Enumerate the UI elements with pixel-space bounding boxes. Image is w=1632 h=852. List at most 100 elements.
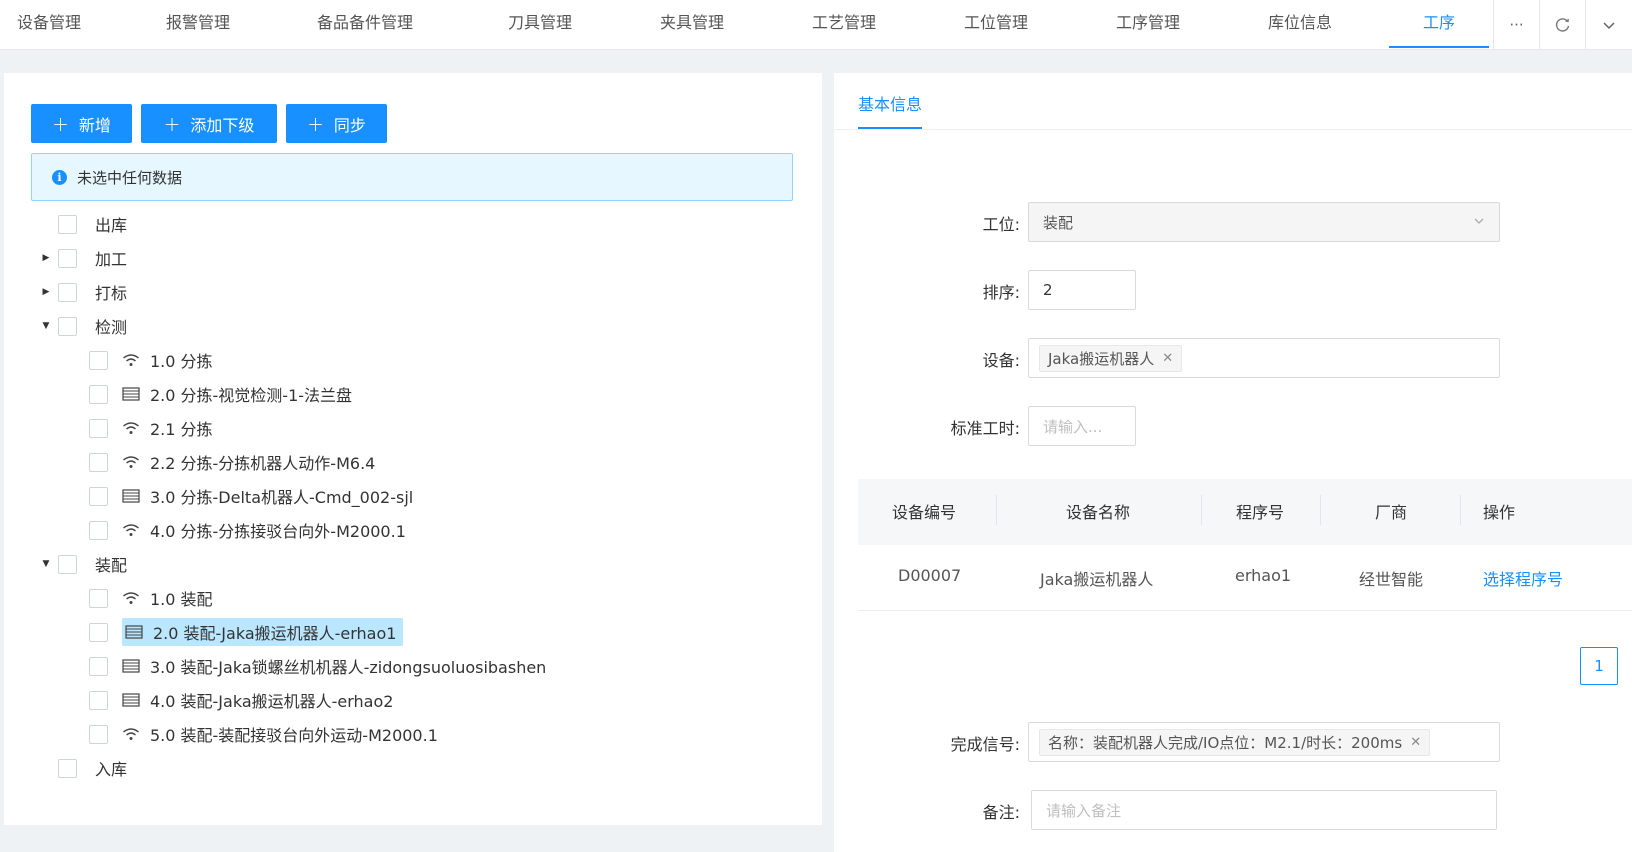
list-icon [125, 625, 145, 639]
order-label: 排序: [982, 283, 1020, 302]
tree-node[interactable]: 4.0 分拣-分拣接驳台向外-M2000.1 [89, 516, 410, 544]
tree-checkbox[interactable] [58, 214, 77, 234]
plus-icon: + [52, 111, 69, 136]
sync-button[interactable]: + 同步 [286, 104, 387, 143]
tree-checkbox[interactable] [58, 282, 77, 302]
tree-node[interactable]: 3.0 分拣-Delta机器人-Cmd_002-sjl [89, 482, 417, 510]
tree-node[interactable]: 5.0 装配-装配接驳台向外运动-M2000.1 [89, 720, 442, 748]
wifi-icon [122, 727, 142, 741]
wifi-icon [122, 591, 142, 605]
top-tab-bar: 设备管理 报警管理 备品备件管理 刀具管理 夹具管理 工艺管理 工位管理 工序管… [0, 0, 1632, 50]
tree-checkbox[interactable] [58, 554, 77, 574]
table-header-code: 设备编号 [892, 503, 957, 522]
tab-procedure[interactable]: 工序 [1389, 0, 1489, 48]
tree-node[interactable]: ▶ 入库 [41, 754, 131, 782]
device-label: 设备: [982, 351, 1020, 370]
station-select[interactable]: 装配 [1028, 202, 1500, 242]
refresh-icon [1555, 18, 1569, 32]
table-header-action: 操作 [1483, 503, 1516, 522]
device-tag: Jaka搬运机器人 ✕ [1039, 344, 1183, 372]
cell-vendor: 经世智能 [1359, 570, 1424, 589]
caret-right-icon[interactable]: ▶ [41, 253, 51, 263]
tree-node[interactable]: 4.0 装配-Jaka搬运机器人-erhao2 [89, 686, 397, 714]
tree-checkbox[interactable] [89, 384, 108, 404]
order-input[interactable]: 2 [1028, 270, 1136, 310]
tree-node-selected[interactable]: 2.0 装配-Jaka搬运机器人-erhao1 [89, 618, 404, 646]
tree-node[interactable]: ▶ 出库 [41, 210, 131, 238]
chevron-down-icon [1602, 22, 1615, 30]
tab-device-management[interactable]: 设备管理 [10, 0, 88, 48]
tree-checkbox[interactable] [58, 316, 77, 336]
tab-divider [834, 129, 1632, 130]
tree-node[interactable]: 2.2 分拣-分拣机器人动作-M6.4 [89, 448, 379, 476]
tree-node[interactable]: 1.0 分拣 [89, 346, 217, 374]
tab-procedure-management[interactable]: 工序管理 [1108, 0, 1188, 48]
header-divider [1201, 495, 1202, 525]
wifi-icon [122, 523, 142, 537]
selection-alert: i 未选中任何数据 [31, 153, 793, 201]
tree-checkbox[interactable] [89, 588, 108, 608]
device-select[interactable]: Jaka搬运机器人 ✕ [1028, 338, 1500, 378]
tab-alarm-management[interactable]: 报警管理 [158, 0, 238, 48]
tree-checkbox[interactable] [89, 350, 108, 370]
caret-right-icon[interactable]: ▶ [41, 287, 51, 297]
tree-node[interactable]: ▼ 装配 [41, 550, 131, 578]
select-program-link[interactable]: 选择程序号 [1483, 566, 1563, 590]
remark-input[interactable]: 请输入备注 [1031, 790, 1497, 830]
std-time-label: 标准工时: [950, 419, 1020, 438]
table-header-program: 程序号 [1236, 503, 1285, 522]
close-icon[interactable]: ✕ [1162, 351, 1173, 366]
tree-checkbox[interactable] [89, 622, 108, 642]
tree-node[interactable]: ▶ 加工 [41, 244, 131, 272]
tab-spare-parts-management[interactable]: 备品备件管理 [306, 0, 424, 48]
close-icon[interactable]: ✕ [1410, 735, 1421, 750]
tab-location-info[interactable]: 库位信息 [1260, 0, 1340, 48]
refresh-button[interactable] [1539, 0, 1585, 50]
tree-checkbox[interactable] [89, 724, 108, 744]
caret-down-icon[interactable]: ▼ [41, 321, 51, 331]
cell-program: erhao1 [1235, 566, 1292, 585]
alert-text: 未选中任何数据 [77, 168, 183, 187]
remark-label: 备注: [982, 803, 1020, 822]
tree-node[interactable]: 2.1 分拣 [89, 414, 217, 442]
info-icon: i [52, 169, 67, 185]
add-child-button[interactable]: + 添加下级 [141, 104, 277, 143]
wifi-icon [122, 421, 142, 435]
tree-node[interactable]: ▼ 检测 [41, 312, 131, 340]
more-tabs-button[interactable]: ··· [1493, 0, 1539, 50]
header-divider [1320, 495, 1321, 525]
tab-fixture-management[interactable]: 夹具管理 [652, 0, 732, 48]
tree-node[interactable]: 1.0 装配 [89, 584, 217, 612]
done-signal-label: 完成信号: [950, 735, 1020, 754]
wifi-icon [122, 353, 142, 367]
tree-checkbox[interactable] [89, 520, 108, 540]
tree-node[interactable]: 3.0 装配-Jaka锁螺丝机机器人-zidongsuoluosibashen [89, 652, 550, 680]
tree-checkbox[interactable] [58, 758, 77, 778]
std-time-input[interactable]: 请输入... [1028, 406, 1136, 446]
page-1-button[interactable]: 1 [1580, 647, 1618, 685]
selected-node-highlight[interactable]: 2.0 装配-Jaka搬运机器人-erhao1 [122, 618, 404, 646]
tree-checkbox[interactable] [89, 690, 108, 710]
header-divider [996, 495, 997, 525]
wifi-icon [122, 455, 142, 469]
tabs-dropdown-button[interactable] [1585, 0, 1631, 50]
tab-station-management[interactable]: 工位管理 [956, 0, 1036, 48]
cell-code: D00007 [898, 566, 962, 585]
add-button[interactable]: + 新增 [31, 104, 132, 143]
tree-checkbox[interactable] [89, 656, 108, 676]
tree-node[interactable]: ▶ 打标 [41, 278, 131, 306]
tab-basic-info[interactable]: 基本信息 [858, 90, 923, 130]
tab-process-management[interactable]: 工艺管理 [804, 0, 884, 48]
list-icon [122, 387, 142, 401]
tree-checkbox[interactable] [89, 452, 108, 472]
tree-checkbox[interactable] [89, 418, 108, 438]
header-divider [1460, 495, 1461, 525]
tree-node[interactable]: 2.0 分拣-视觉检测-1-法兰盘 [89, 380, 356, 408]
caret-down-icon[interactable]: ▼ [41, 559, 51, 569]
tree-checkbox[interactable] [58, 248, 77, 268]
table-header-name: 设备名称 [1066, 503, 1131, 522]
tab-tool-management[interactable]: 刀具管理 [500, 0, 580, 48]
done-signal-select[interactable]: 名称：装配机器人完成/IO点位：M2.1/时长：200ms ✕ [1028, 722, 1500, 762]
tree-checkbox[interactable] [89, 486, 108, 506]
list-icon [122, 489, 142, 503]
